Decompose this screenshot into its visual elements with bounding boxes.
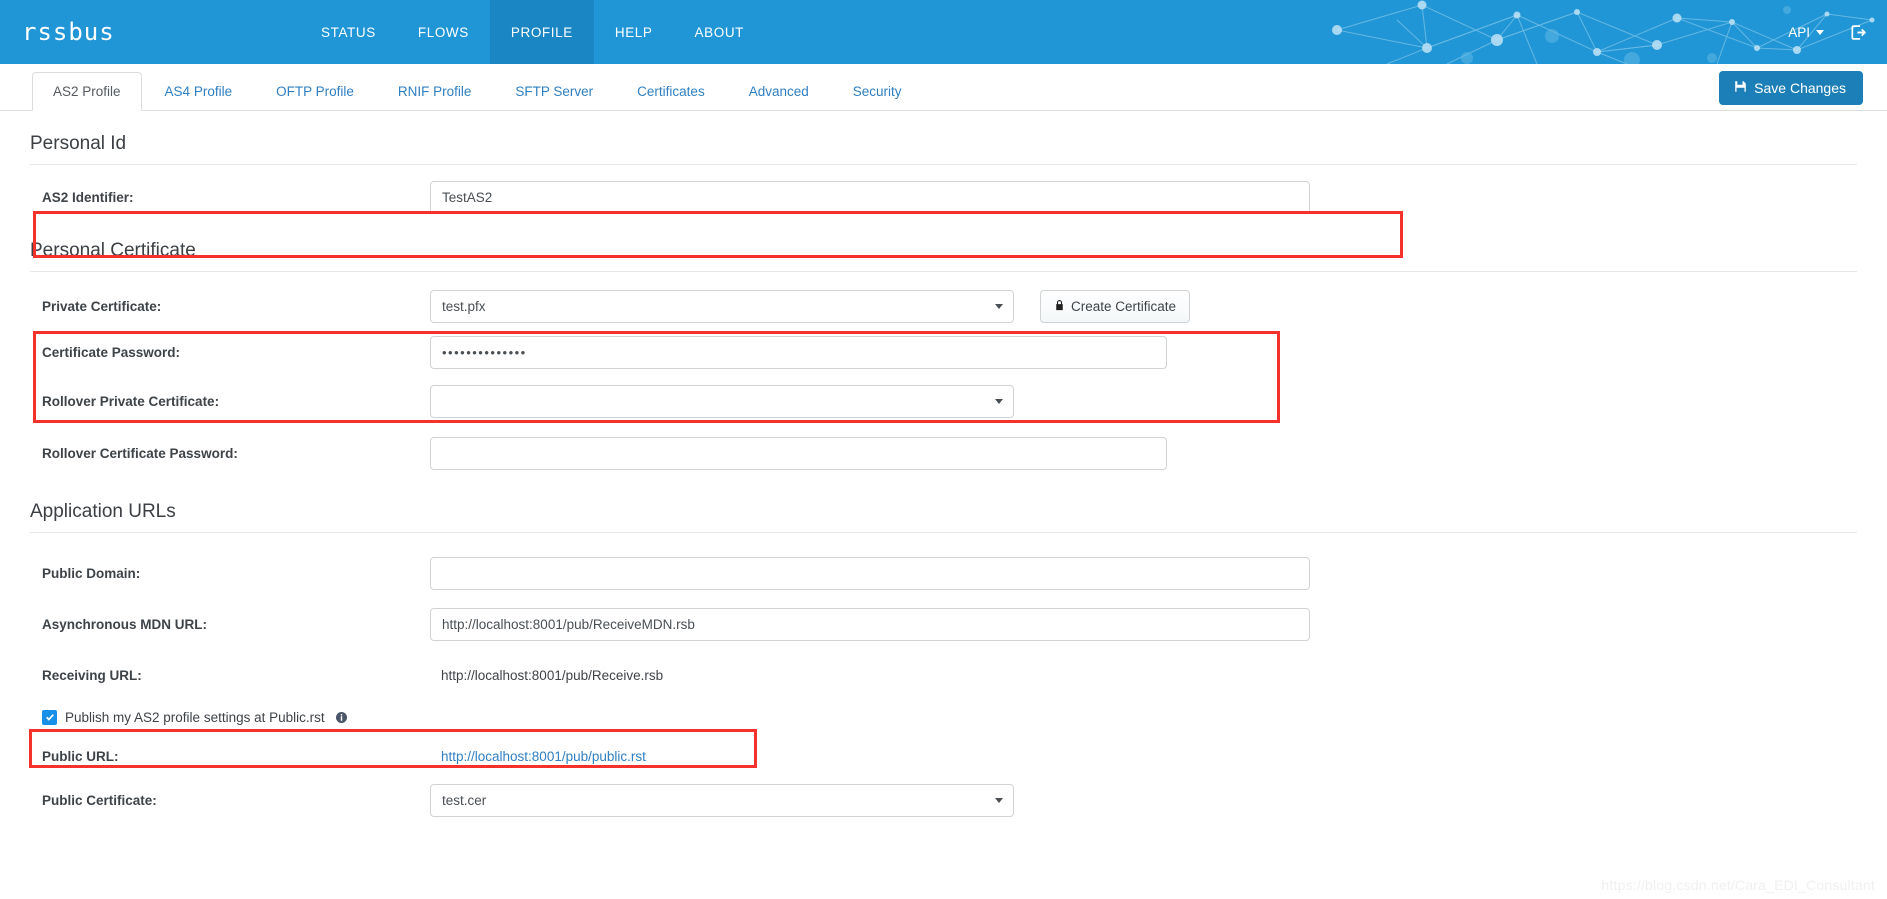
chevron-down-icon xyxy=(995,304,1003,309)
receiving-url-control: http://localhost:8001/pub/Receive.rsb xyxy=(430,668,663,683)
private-certificate-value: test.pfx xyxy=(442,299,486,314)
certificate-password-value: •••••••••••••• xyxy=(442,345,527,360)
save-changes-button[interactable]: Save Changes xyxy=(1719,71,1863,105)
receiving-url-label: Receiving URL: xyxy=(30,668,430,683)
section-title-personal-id: Personal Id xyxy=(30,111,1857,165)
private-certificate-control: test.pfx Create Certificate xyxy=(430,290,1190,323)
public-certificate-label: Public Certificate: xyxy=(30,793,430,808)
rollover-certificate-password-control xyxy=(430,437,1167,470)
async-mdn-url-control xyxy=(430,608,1310,641)
public-domain-control xyxy=(430,557,1310,590)
tab-list: AS2 Profile AS4 Profile OFTP Profile RNI… xyxy=(32,72,925,111)
certificate-password-input[interactable]: •••••••••••••• xyxy=(430,336,1167,369)
nav-item-about[interactable]: ABOUT xyxy=(674,0,766,64)
public-domain-input[interactable] xyxy=(430,557,1310,590)
watermark-text: https://blog.csdn.net/Cara_EDI_Consultan… xyxy=(1601,877,1875,893)
row-certificate-password: Certificate Password: •••••••••••••• xyxy=(30,329,1857,375)
profile-tabstrip: AS2 Profile AS4 Profile OFTP Profile RNI… xyxy=(0,64,1887,111)
row-async-mdn-url: Asynchronous MDN URL: xyxy=(30,598,1857,650)
as2-identifier-input[interactable] xyxy=(430,181,1310,214)
floppy-save-icon xyxy=(1734,80,1747,95)
private-certificate-label: Private Certificate: xyxy=(30,299,430,314)
nav-right-group: API xyxy=(1788,0,1867,64)
top-navbar: rssbus STATUS FLOWS PROFILE HELP ABOUT A… xyxy=(0,0,1887,64)
section-title-personal-certificate: Personal Certificate xyxy=(30,221,1857,272)
api-dropdown[interactable]: API xyxy=(1788,25,1824,40)
tab-sftp-server[interactable]: SFTP Server xyxy=(494,72,614,111)
row-public-domain: Public Domain: xyxy=(30,548,1857,598)
public-certificate-control: test.cer xyxy=(430,784,1014,817)
async-mdn-url-label: Asynchronous MDN URL: xyxy=(30,617,430,632)
row-private-certificate: Private Certificate: test.pfx Create Cer… xyxy=(30,283,1857,329)
tab-certificates[interactable]: Certificates xyxy=(616,72,726,111)
rollover-private-certificate-control xyxy=(430,385,1014,418)
publish-profile-checkbox-row: Publish my AS2 profile settings at Publi… xyxy=(30,700,1857,734)
publish-profile-checkbox[interactable] xyxy=(42,710,57,725)
nav-item-status[interactable]: STATUS xyxy=(300,0,397,64)
row-receiving-url: Receiving URL: http://localhost:8001/pub… xyxy=(30,650,1857,700)
lock-icon xyxy=(1054,299,1065,314)
row-rollover-private-certificate: Rollover Private Certificate: xyxy=(30,375,1857,427)
tab-rnif-profile[interactable]: RNIF Profile xyxy=(377,72,493,111)
logout-icon[interactable] xyxy=(1850,24,1867,41)
row-public-certificate: Public Certificate: test.cer xyxy=(30,778,1857,822)
tab-as2-profile[interactable]: AS2 Profile xyxy=(32,72,142,111)
tab-oftp-profile[interactable]: OFTP Profile xyxy=(255,72,375,111)
certificate-password-control: •••••••••••••• xyxy=(430,336,1167,369)
public-certificate-value: test.cer xyxy=(442,793,486,808)
row-public-url: Public URL: http://localhost:8001/pub/pu… xyxy=(30,734,1857,778)
nav-item-flows[interactable]: FLOWS xyxy=(397,0,490,64)
create-certificate-label: Create Certificate xyxy=(1071,299,1176,314)
tab-security[interactable]: Security xyxy=(832,72,923,111)
as2-identifier-control xyxy=(430,181,1310,214)
main-nav: STATUS FLOWS PROFILE HELP ABOUT xyxy=(300,0,765,64)
rollover-certificate-password-label: Rollover Certificate Password: xyxy=(30,446,430,461)
rollover-private-certificate-label: Rollover Private Certificate: xyxy=(30,394,430,409)
tab-as4-profile[interactable]: AS4 Profile xyxy=(144,72,254,111)
row-as2-identifier: AS2 Identifier: xyxy=(30,174,1857,221)
save-changes-label: Save Changes xyxy=(1754,81,1846,95)
chevron-down-icon xyxy=(1816,30,1824,35)
tab-advanced[interactable]: Advanced xyxy=(728,72,830,111)
public-url-link[interactable]: http://localhost:8001/pub/public.rst xyxy=(430,749,646,764)
public-url-label: Public URL: xyxy=(30,749,430,764)
nav-item-help[interactable]: HELP xyxy=(594,0,674,64)
async-mdn-url-input[interactable] xyxy=(430,608,1310,641)
chevron-down-icon xyxy=(995,399,1003,404)
public-domain-label: Public Domain: xyxy=(30,566,430,581)
as2-profile-form: Personal Id AS2 Identifier: Personal Cer… xyxy=(0,111,1887,822)
certificate-password-label: Certificate Password: xyxy=(30,345,430,360)
as2-identifier-label: AS2 Identifier: xyxy=(30,190,430,205)
api-label: API xyxy=(1788,25,1810,40)
row-rollover-certificate-password: Rollover Certificate Password: xyxy=(30,427,1857,479)
brand-logo[interactable]: rssbus xyxy=(22,0,115,64)
public-certificate-select[interactable]: test.cer xyxy=(430,784,1014,817)
section-title-application-urls: Application URLs xyxy=(30,479,1857,533)
private-certificate-select[interactable]: test.pfx xyxy=(430,290,1014,323)
receiving-url-value: http://localhost:8001/pub/Receive.rsb xyxy=(430,668,663,683)
nav-item-profile[interactable]: PROFILE xyxy=(490,0,594,64)
chevron-down-icon xyxy=(995,798,1003,803)
info-icon[interactable] xyxy=(336,712,347,723)
rollover-private-certificate-select[interactable] xyxy=(430,385,1014,418)
rollover-certificate-password-input[interactable] xyxy=(430,437,1167,470)
create-certificate-button[interactable]: Create Certificate xyxy=(1040,290,1190,323)
publish-profile-checkbox-label: Publish my AS2 profile settings at Publi… xyxy=(65,710,325,725)
public-url-control: http://localhost:8001/pub/public.rst xyxy=(430,749,646,764)
